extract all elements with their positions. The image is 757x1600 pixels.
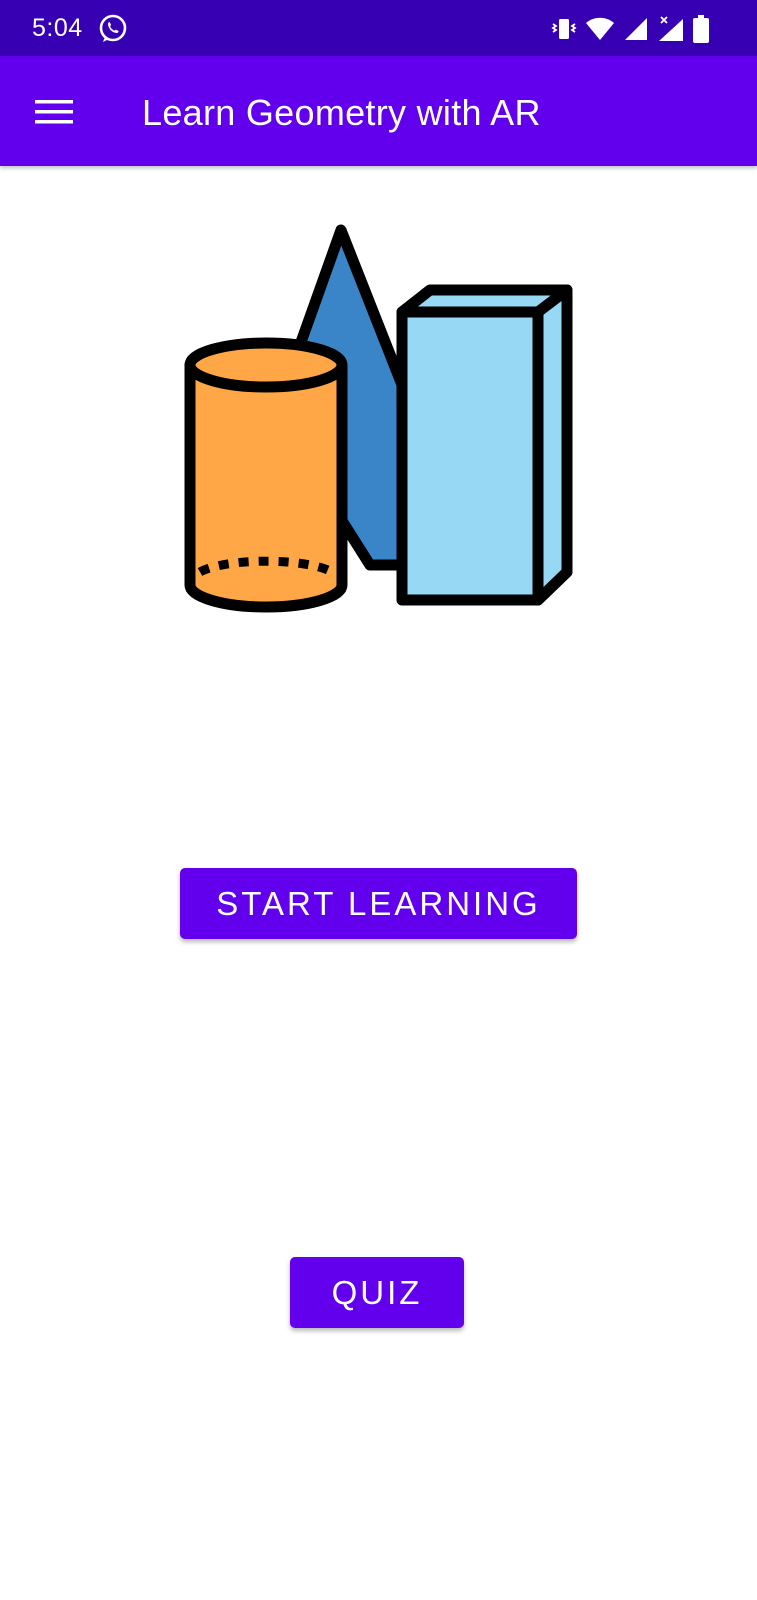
signal-icon (623, 16, 649, 42)
quiz-button[interactable]: QUIZ (290, 1257, 464, 1328)
start-learning-button[interactable]: START LEARNING (180, 868, 577, 939)
signal-no-data-icon (657, 15, 685, 43)
app-bar: Learn Geometry with AR (0, 56, 757, 166)
status-time: 5:04 (32, 14, 83, 42)
hamburger-menu-icon[interactable] (24, 84, 84, 140)
app-title: Learn Geometry with AR (142, 92, 541, 133)
status-bar: 5:04 (0, 0, 757, 56)
geometry-shapes-icon (180, 220, 580, 620)
vibrate-icon (551, 15, 577, 43)
screen: 5:04 Learn Geometry with AR START LEARNI… (0, 0, 757, 1600)
status-icons (551, 14, 709, 44)
whatsapp-icon (97, 13, 129, 45)
wifi-icon (585, 16, 615, 42)
battery-icon (693, 15, 709, 43)
